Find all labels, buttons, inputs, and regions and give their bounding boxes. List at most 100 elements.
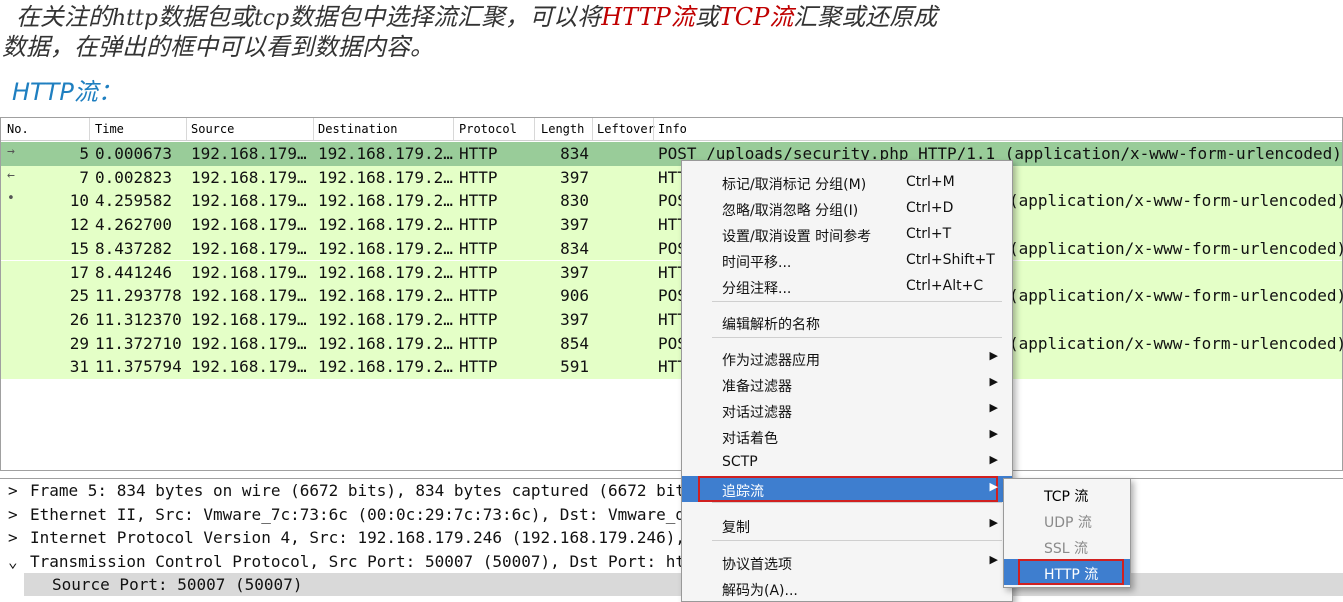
packet-row[interactable]: 26 11.312370 192.168.179… 192.168.179.2… HTT… (1, 307, 1342, 332)
packet-source: 192.168.179… (191, 191, 307, 211)
column-header-source[interactable]: Source (191, 122, 234, 136)
packet-destination: 192.168.179.2… (318, 191, 453, 211)
packet-row[interactable]: → 5 0.000673 192.168.179… 192.168.179.2… HTTP… (1, 142, 1342, 166)
detail-tree-label: Transmission Control Protocol, Src Port:… (30, 551, 695, 571)
submenu-arrow-icon: ▶ (989, 516, 998, 529)
menu-item[interactable]: 准备过滤器 ▶ (682, 371, 1012, 397)
menu-item[interactable]: 分组注释... Ctrl+Alt+C (682, 273, 1012, 299)
column-header-info[interactable]: Info (658, 122, 687, 136)
menu-item-shortcut: Ctrl+T (906, 226, 952, 242)
packet-protocol: HTTP (459, 262, 498, 282)
follow-stream-option[interactable]: TCP 流 (1004, 481, 1130, 507)
column-separator[interactable] (592, 118, 593, 140)
menu-item[interactable]: 作为过滤器应用 ▶ (682, 345, 1012, 371)
packet-source: 192.168.179… (191, 167, 307, 187)
packet-row[interactable]: • 10 4.259582 192.168.179… 192.168.179.2… HTT… (1, 189, 1343, 214)
column-separator[interactable] (313, 118, 314, 140)
column-header-destination[interactable]: Destination (318, 122, 397, 136)
packet-protocol: HTTP (459, 357, 498, 377)
menu-item-label: 追踪流 (722, 484, 764, 500)
column-separator[interactable] (653, 118, 654, 140)
packet-source: 192.168.179… (191, 309, 307, 329)
follow-stream-option[interactable]: HTTP 流 (1004, 559, 1130, 585)
menu-item[interactable]: 追踪流 ▶ (682, 476, 1012, 502)
packet-destination: 192.168.179.2… (318, 215, 453, 235)
packet-row[interactable]: 29 11.372710 192.168.179… 192.168.179.2… HTT… (1, 331, 1343, 356)
menu-item[interactable]: 标记/取消标记 分组(M) Ctrl+M (682, 169, 1012, 195)
detail-tree-row[interactable]: > Ethernet II, Src: Vmware_7c:73:6c (00:0… (0, 503, 1343, 526)
column-separator[interactable] (453, 118, 454, 140)
packet-info-content-type: (application/x-www-form-urlencoded) (1009, 191, 1343, 211)
menu-item[interactable]: SCTP ▶ (682, 449, 1012, 475)
related-packet-marker: → (7, 144, 15, 159)
menu-item-label: 对话过滤器 (722, 405, 792, 421)
intro-line-1-part: 或 (694, 3, 719, 31)
packet-destination: 192.168.179.2… (318, 333, 453, 353)
menu-item-label: 协议首选项 (722, 557, 792, 573)
packet-row[interactable]: 12 4.262700 192.168.179… 192.168.179.2… HTTP… (1, 213, 1342, 237)
packet-protocol: HTTP (459, 167, 498, 187)
detail-tree-label: Ethernet II, Src: Vmware_7c:73:6c (00:0c… (30, 504, 695, 524)
menu-item[interactable]: 复制 ▶ (682, 512, 1012, 538)
menu-item-label: 解码为(A)... (722, 583, 798, 599)
packet-row[interactable]: ← 7 0.002823 192.168.179… 192.168.179.2… HTTP… (1, 165, 1342, 190)
packet-number: 17 (69, 262, 89, 282)
detail-tree-row[interactable]: > Frame 5: 834 bytes on wire (6672 bits),… (0, 479, 1343, 502)
follow-stream-submenu: TCP 流 UDP 流 SSL 流 HTTP 流 (1003, 478, 1131, 588)
menu-item[interactable]: 对话过滤器 ▶ (682, 397, 1012, 423)
menu-item-label: 准备过滤器 (722, 379, 792, 395)
packet-row[interactable]: 31 11.375794 192.168.179… 192.168.179.2… HTT… (1, 355, 1342, 379)
menu-item[interactable]: 协议首选项 ▶ (682, 549, 1012, 575)
packet-length: 834 (560, 144, 589, 163)
column-separator[interactable] (534, 118, 535, 140)
submenu-arrow-icon: ▶ (989, 401, 998, 414)
column-header-leftover[interactable]: Leftover (597, 122, 655, 136)
menu-item[interactable]: 对话着色 ▶ (682, 423, 1012, 449)
menu-item-label: 标记/取消标记 分组(M) (722, 177, 867, 193)
packet-number: 12 (69, 215, 89, 235)
expand-toggle-icon[interactable]: > (8, 481, 18, 500)
packet-destination: 192.168.179.2… (318, 167, 453, 187)
detail-tree-row[interactable]: > Internet Protocol Version 4, Src: 192.1… (0, 526, 1343, 549)
packet-details-pane[interactable]: > Frame 5: 834 bytes on wire (6672 bits),… (0, 478, 1343, 596)
packet-protocol: HTTP (459, 215, 498, 235)
follow-stream-option: UDP 流 (1004, 507, 1130, 533)
menu-separator (712, 502, 1002, 503)
packet-time: 4.262700 (95, 215, 173, 235)
packet-number: 29 (69, 333, 89, 353)
menu-item[interactable]: 忽略/取消忽略 分组(I) Ctrl+D (682, 195, 1012, 221)
expand-toggle-icon[interactable]: > (8, 528, 18, 547)
column-header-no[interactable]: No. (7, 122, 29, 136)
intro-line-1: 在关注的http数据包或tcp数据包中选择流汇聚，可以将HTTP流或TCP流汇聚… (16, 2, 937, 34)
packet-row[interactable]: 15 8.437282 192.168.179… 192.168.179.2… HTTP… (1, 236, 1343, 261)
packet-number: 31 (69, 357, 89, 377)
menu-item[interactable]: 解码为(A)... (682, 575, 1012, 601)
intro-line-1-part: tcp (253, 6, 290, 31)
intro-line-1-part: 汇聚或还原成 (793, 3, 938, 31)
packet-list-pane[interactable]: No. Time Source Destination Protocol Length Le… (0, 117, 1343, 471)
menu-item[interactable]: 时间平移... Ctrl+Shift+T (682, 247, 1012, 273)
packet-row[interactable]: 17 8.441246 192.168.179… 192.168.179.2… HTTP… (1, 260, 1342, 285)
packet-list-header: No. Time Source Destination Protocol Length Le… (1, 118, 1342, 141)
menu-item[interactable]: 设置/取消设置 时间参考 Ctrl+T (682, 221, 1012, 247)
menu-item[interactable]: 编辑解析的名称 (682, 309, 1012, 335)
column-separator[interactable] (89, 118, 90, 140)
column-header-protocol[interactable]: Protocol (459, 122, 517, 136)
packet-source: 192.168.179… (191, 333, 307, 353)
expand-toggle-icon[interactable]: ⌄ (8, 552, 18, 571)
detail-tree-row[interactable]: ⌄ Transmission Control Protocol, Src Port… (0, 550, 1343, 573)
menu-item-shortcut: Ctrl+M (906, 174, 955, 190)
packet-destination: 192.168.179.2… (318, 357, 453, 377)
packet-source: 192.168.179… (191, 215, 307, 235)
menu-separator (712, 540, 1002, 541)
packet-number: 26 (69, 309, 89, 329)
context-menu: 标记/取消标记 分组(M) Ctrl+M 忽略/取消忽略 分组(I) Ctrl+D 设置… (681, 160, 1013, 602)
column-header-length[interactable]: Length (541, 122, 584, 136)
expand-toggle-icon[interactable]: > (8, 505, 18, 524)
detail-tree-label: Source Port: 50007 (50007) (52, 575, 303, 594)
column-separator[interactable] (186, 118, 187, 140)
related-packet-marker: • (7, 191, 15, 207)
packet-row[interactable]: 25 11.293778 192.168.179… 192.168.179.2… HTT… (1, 284, 1343, 308)
packet-destination: 192.168.179.2… (318, 309, 453, 329)
column-header-time[interactable]: Time (95, 122, 124, 136)
